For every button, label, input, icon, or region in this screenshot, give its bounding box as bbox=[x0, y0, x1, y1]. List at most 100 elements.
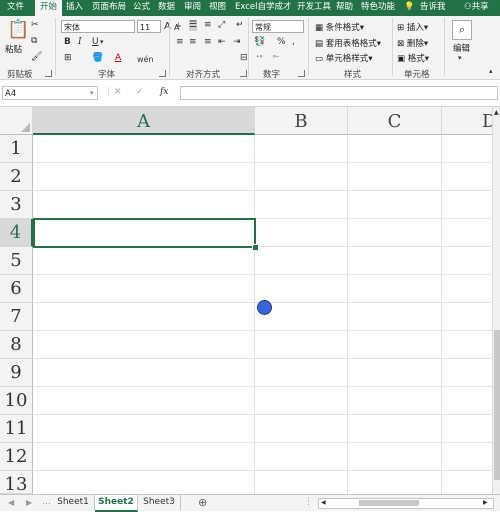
align-bottom-icon[interactable]: ≡ bbox=[204, 20, 212, 31]
sheet-tab-sheet2[interactable]: Sheet2 bbox=[95, 495, 138, 512]
column-header-d[interactable]: D bbox=[442, 107, 492, 135]
horizontal-scrollbar[interactable]: ◀ ▶ bbox=[318, 498, 494, 509]
next-sheet-icon[interactable]: ▶ bbox=[26, 497, 32, 508]
column-header-b[interactable]: B bbox=[255, 107, 348, 135]
tab-special[interactable]: 特色功能 bbox=[361, 0, 395, 16]
increase-decimal-icon[interactable]: ⁺⁰ bbox=[256, 53, 263, 64]
row-header-11[interactable]: 11 bbox=[0, 415, 33, 443]
paste-icon[interactable]: 📋 bbox=[7, 20, 29, 40]
format-painter-icon[interactable]: 🖌 bbox=[31, 52, 42, 63]
format-as-table-button[interactable]: ▤ 套用表格格式▾ bbox=[315, 37, 381, 49]
tab-view[interactable]: 视图 bbox=[209, 0, 226, 16]
sheet-tab-sheet3[interactable]: Sheet3 bbox=[138, 495, 181, 510]
fill-color-icon[interactable]: 🪣 bbox=[92, 53, 103, 64]
comma-button[interactable]: , bbox=[292, 37, 295, 48]
alignment-launcher-icon[interactable] bbox=[240, 70, 247, 77]
scroll-up-icon[interactable]: ▲ bbox=[494, 107, 499, 118]
percent-button[interactable]: % bbox=[277, 37, 286, 48]
align-center-icon[interactable]: ≡ bbox=[189, 37, 197, 48]
row-header-12[interactable]: 12 bbox=[0, 443, 33, 471]
insert-cells-button[interactable]: ⊞ 插入▾ bbox=[397, 21, 428, 33]
vertical-scroll-thumb[interactable] bbox=[494, 330, 500, 480]
orientation-icon[interactable]: ⤢ bbox=[218, 20, 225, 31]
sheet-tab-sheet1[interactable]: Sheet1 bbox=[52, 495, 95, 510]
delete-cells-button[interactable]: ⊠ 删除▾ bbox=[397, 37, 428, 49]
row-header-3[interactable]: 3 bbox=[0, 191, 33, 219]
row-header-10[interactable]: 10 bbox=[0, 387, 33, 415]
tab-page-layout[interactable]: 页面布局 bbox=[92, 0, 126, 16]
align-right-icon[interactable]: ≡ bbox=[204, 37, 212, 48]
column-header-c[interactable]: C bbox=[348, 107, 442, 135]
select-all-button[interactable] bbox=[0, 107, 33, 135]
align-middle-icon[interactable]: ☰ bbox=[189, 20, 198, 31]
row-header-8[interactable]: 8 bbox=[0, 331, 33, 359]
scroll-right-icon[interactable]: ▶ bbox=[483, 499, 488, 507]
row-header-1[interactable]: 1 bbox=[0, 135, 33, 163]
tab-review[interactable]: 审阅 bbox=[184, 0, 201, 16]
chevron-down-icon[interactable]: ▾ bbox=[100, 37, 104, 48]
font-size-select[interactable]: 11 bbox=[137, 20, 161, 33]
decrease-decimal-icon[interactable]: ⁰⁻ bbox=[273, 53, 280, 64]
tab-file[interactable]: 文件 bbox=[7, 0, 24, 16]
currency-icon[interactable]: 💱 bbox=[254, 37, 265, 48]
worksheet-grid[interactable]: A B C D 1 2 3 4 5 6 7 8 9 10 11 12 13 bbox=[0, 107, 492, 494]
format-cells-button[interactable]: ▣ 格式▾ bbox=[397, 52, 429, 64]
add-sheet-icon[interactable]: ⊕ bbox=[198, 497, 207, 508]
tab-developer[interactable]: 开发工具 bbox=[297, 0, 331, 16]
share-button[interactable]: ⚇共享 bbox=[464, 0, 489, 16]
tell-me-box[interactable]: 告诉我 bbox=[420, 0, 446, 16]
row-header-7[interactable]: 7 bbox=[0, 303, 33, 331]
font-name-select[interactable]: 宋体 bbox=[61, 20, 135, 33]
insert-function-icon[interactable]: fx bbox=[160, 87, 168, 98]
row-header-13[interactable]: 13 bbox=[0, 471, 33, 494]
cancel-icon[interactable]: ✕ bbox=[114, 87, 122, 98]
tab-home[interactable]: 开始 bbox=[35, 0, 62, 16]
align-left-icon[interactable]: ≡ bbox=[176, 37, 184, 48]
row-header-2[interactable]: 2 bbox=[0, 163, 33, 191]
align-top-icon[interactable]: ⫨ bbox=[176, 20, 181, 31]
number-format-select[interactable]: 常规 bbox=[252, 20, 304, 33]
row-header-9[interactable]: 9 bbox=[0, 359, 33, 387]
phonetic-icon[interactable]: wén bbox=[137, 54, 154, 65]
horizontal-scroll-thumb[interactable] bbox=[359, 500, 419, 506]
tab-formulas[interactable]: 公式 bbox=[133, 0, 150, 16]
cell-styles-button[interactable]: ▭ 单元格样式▾ bbox=[315, 52, 373, 64]
merge-center-icon[interactable]: ⊟ bbox=[240, 53, 248, 64]
chevron-down-icon[interactable]: ▾ bbox=[90, 88, 94, 99]
selected-cell-a4[interactable] bbox=[33, 218, 256, 248]
conditional-formatting-button[interactable]: ▦ 条件格式▾ bbox=[315, 21, 364, 33]
row-header-4[interactable]: 4 bbox=[0, 219, 33, 247]
decrease-indent-icon[interactable]: ⇤ bbox=[218, 37, 226, 48]
search-icon[interactable]: ⌕ bbox=[452, 20, 472, 40]
wrap-text-icon[interactable]: ↵ bbox=[236, 20, 244, 31]
number-launcher-icon[interactable] bbox=[298, 70, 305, 77]
copy-icon[interactable]: ⧉ bbox=[31, 36, 37, 47]
vertical-scrollbar[interactable]: ▲ bbox=[492, 107, 500, 494]
font-color-icon[interactable]: A bbox=[115, 53, 121, 64]
sheet-options-icon[interactable]: … bbox=[42, 497, 51, 508]
prev-sheet-icon[interactable]: ◀ bbox=[8, 497, 14, 508]
increase-indent-icon[interactable]: ⇥ bbox=[233, 37, 241, 48]
clipboard-launcher-icon[interactable] bbox=[45, 70, 52, 77]
tab-data[interactable]: 数据 bbox=[158, 0, 175, 16]
name-box[interactable]: A4 bbox=[2, 86, 98, 100]
cut-icon[interactable]: ✂ bbox=[31, 20, 39, 31]
italic-button[interactable]: I bbox=[78, 37, 82, 48]
scroll-left-icon[interactable]: ◀ bbox=[321, 499, 326, 507]
collapse-ribbon-icon[interactable]: ▴ bbox=[489, 66, 493, 77]
underline-button[interactable]: U bbox=[92, 37, 99, 48]
font-launcher-icon[interactable] bbox=[159, 70, 166, 77]
row-header-6[interactable]: 6 bbox=[0, 275, 33, 303]
chevron-down-icon[interactable]: ▾ bbox=[458, 53, 462, 64]
column-header-a[interactable]: A bbox=[33, 107, 255, 135]
tab-insert[interactable]: 插入 bbox=[66, 0, 83, 16]
enter-icon[interactable]: ✓ bbox=[136, 87, 144, 98]
row-header-5[interactable]: 5 bbox=[0, 247, 33, 275]
borders-icon[interactable]: ⊞ bbox=[64, 53, 72, 64]
tab-excel-zixue[interactable]: Excel自学成才 bbox=[235, 0, 292, 16]
fill-handle[interactable] bbox=[252, 244, 259, 251]
bold-button[interactable]: B bbox=[64, 37, 71, 48]
tab-splitter-icon[interactable]: ⋮ bbox=[304, 497, 313, 508]
paste-button[interactable]: 粘贴 bbox=[5, 43, 22, 55]
tab-help[interactable]: 帮助 bbox=[336, 0, 353, 16]
